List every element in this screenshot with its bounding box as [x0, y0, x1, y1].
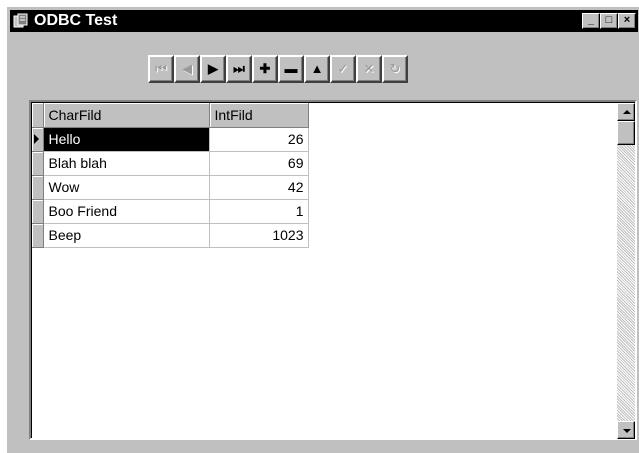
arrow-up-icon [623, 110, 631, 114]
current-row-arrow-icon [34, 134, 39, 144]
corner-cell [32, 103, 44, 128]
first-record-button[interactable]: ⏮ [148, 55, 174, 83]
last-record-button[interactable]: ⏭ [226, 55, 252, 83]
charfild-cell[interactable]: Hello [43, 127, 210, 152]
row-indicator[interactable] [32, 175, 44, 200]
cancel-edit-icon: ✕ [363, 61, 375, 76]
post-edit-icon: ✓ [337, 61, 349, 76]
insert-record-icon: ✚ [259, 61, 271, 76]
table-row[interactable]: Hello 26 [32, 127, 309, 152]
odbc-test-window: ODBC Test _ □ × ⏮ ◀ ▶ ⏭ ✚ ▬ ▲ ✓ ✕ ↻ CharFild IntF… [7, 7, 639, 453]
close-button[interactable]: × [618, 13, 636, 29]
refresh-data-button[interactable]: ↻ [382, 55, 408, 83]
next-record-icon: ▶ [208, 61, 218, 76]
prior-record-icon: ◀ [182, 61, 192, 76]
charfild-cell[interactable]: Boo Friend [43, 199, 210, 224]
row-indicator[interactable] [32, 151, 44, 176]
intfild-cell[interactable]: 42 [209, 175, 309, 200]
row-indicator[interactable] [32, 127, 44, 152]
refresh-data-icon: ↻ [389, 61, 401, 76]
arrow-down-icon [623, 429, 631, 433]
intfild-cell[interactable]: 26 [209, 127, 309, 152]
delete-record-icon: ▬ [284, 61, 298, 76]
intfild-cell[interactable]: 1023 [209, 223, 309, 248]
minimize-icon: _ [587, 14, 595, 26]
window-title: ODBC Test [34, 12, 118, 29]
column-header-charfild[interactable]: CharFild [43, 103, 210, 128]
charfild-cell[interactable]: Blah blah [43, 151, 210, 176]
table-row[interactable]: Boo Friend 1 [32, 199, 309, 224]
post-edit-button[interactable]: ✓ [330, 55, 356, 83]
edit-record-icon: ▲ [310, 61, 324, 76]
intfild-cell[interactable]: 1 [209, 199, 309, 224]
insert-record-button[interactable]: ✚ [252, 55, 278, 83]
delete-record-button[interactable]: ▬ [278, 55, 304, 83]
data-table: CharFild IntFild Hello 26 Blah blah 69 Wow 42… [32, 103, 309, 248]
charfild-cell[interactable]: Wow [43, 175, 210, 200]
edit-record-button[interactable]: ▲ [304, 55, 330, 83]
scroll-thumb[interactable] [617, 121, 635, 145]
intfild-cell[interactable]: 69 [209, 151, 309, 176]
last-record-icon: ⏭ [233, 61, 245, 76]
maximize-button[interactable]: □ [600, 13, 618, 29]
table-row[interactable]: Beep 1023 [32, 223, 309, 248]
maximize-icon: □ [605, 14, 613, 26]
vertical-scrollbar[interactable] [617, 103, 635, 439]
next-record-button[interactable]: ▶ [200, 55, 226, 83]
charfild-cell[interactable]: Beep [43, 223, 210, 248]
app-icon [13, 13, 28, 28]
table-row[interactable]: Blah blah 69 [32, 151, 309, 176]
column-header-intfild[interactable]: IntFild [209, 103, 309, 128]
close-icon: × [623, 14, 631, 26]
table-row[interactable]: Wow 42 [32, 175, 309, 200]
row-indicator[interactable] [32, 223, 44, 248]
prior-record-button[interactable]: ◀ [174, 55, 200, 83]
minimize-button[interactable]: _ [582, 13, 600, 29]
scroll-down-button[interactable] [617, 421, 635, 439]
first-record-icon: ⏮ [155, 61, 167, 76]
header-row: CharFild IntFild [32, 103, 309, 128]
scroll-up-button[interactable] [617, 103, 635, 121]
cancel-edit-button[interactable]: ✕ [356, 55, 382, 83]
db-grid[interactable]: CharFild IntFild Hello 26 Blah blah 69 Wow 42… [29, 100, 637, 440]
row-indicator[interactable] [32, 199, 44, 224]
title-bar[interactable]: ODBC Test _ □ × [10, 10, 638, 32]
